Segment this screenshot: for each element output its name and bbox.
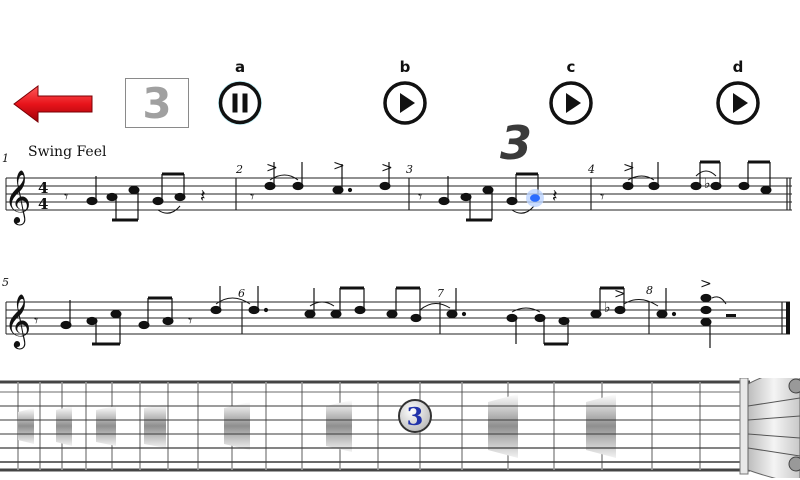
- svg-text:𝄾: 𝄾: [64, 187, 68, 206]
- back-button[interactable]: [12, 84, 94, 124]
- current-note: [530, 194, 540, 202]
- svg-text:>: >: [333, 158, 345, 174]
- control-d: d: [708, 58, 768, 132]
- play-button-b[interactable]: [382, 80, 428, 126]
- svg-text:𝄾: 𝄾: [600, 187, 604, 206]
- fretboard: 3: [0, 378, 800, 478]
- staff-system-1: 𝄞 4 4 𝄾 𝄽 𝄾 > > > 𝄾 𝄽 𝄾 > ♭: [4, 158, 792, 225]
- control-c-label: c: [566, 58, 576, 76]
- play-button-c[interactable]: [548, 80, 594, 126]
- svg-text:♭: ♭: [704, 176, 711, 192]
- finger-marker-label: 3: [407, 402, 424, 431]
- control-a: a: [210, 58, 270, 132]
- control-b-label: b: [399, 58, 411, 76]
- svg-text:𝄾: 𝄾: [250, 187, 254, 206]
- svg-text:𝄽: 𝄽: [552, 186, 558, 207]
- treble-clef-icon: 𝄞: [4, 169, 31, 225]
- play-icon: [383, 81, 427, 125]
- svg-text:>: >: [381, 160, 393, 176]
- lesson-screen: 3 a b c d Swing Feel 3 1 2 3 4 5 6 7 8 𝄞…: [0, 0, 800, 480]
- pause-icon: [218, 81, 262, 125]
- back-arrow-icon: [13, 85, 93, 123]
- count-display: 3: [125, 78, 189, 128]
- svg-text:𝄾: 𝄾: [34, 311, 38, 330]
- svg-text:𝄾: 𝄾: [418, 187, 422, 206]
- svg-text:>: >: [266, 160, 278, 176]
- control-a-label: a: [234, 58, 246, 76]
- staff-system-2: 𝄞 𝄾 𝄾 ♭ > >: [4, 276, 790, 349]
- svg-text:𝄾: 𝄾: [188, 311, 192, 330]
- play-icon: [716, 81, 760, 125]
- treble-clef-icon: 𝄞: [4, 293, 31, 349]
- svg-text:>: >: [700, 276, 712, 292]
- control-d-label: d: [732, 58, 744, 76]
- guitar-headstock-icon: [747, 378, 800, 478]
- svg-text:>: >: [614, 286, 626, 302]
- pause-button[interactable]: [217, 80, 263, 126]
- svg-text:𝄽: 𝄽: [200, 186, 206, 207]
- time-sig-bottom: 4: [38, 195, 48, 213]
- svg-text:♭: ♭: [604, 300, 611, 316]
- play-icon: [549, 81, 593, 125]
- control-c: c: [541, 58, 601, 132]
- play-button-d[interactable]: [715, 80, 761, 126]
- control-b: b: [375, 58, 435, 132]
- svg-text:>: >: [623, 160, 635, 176]
